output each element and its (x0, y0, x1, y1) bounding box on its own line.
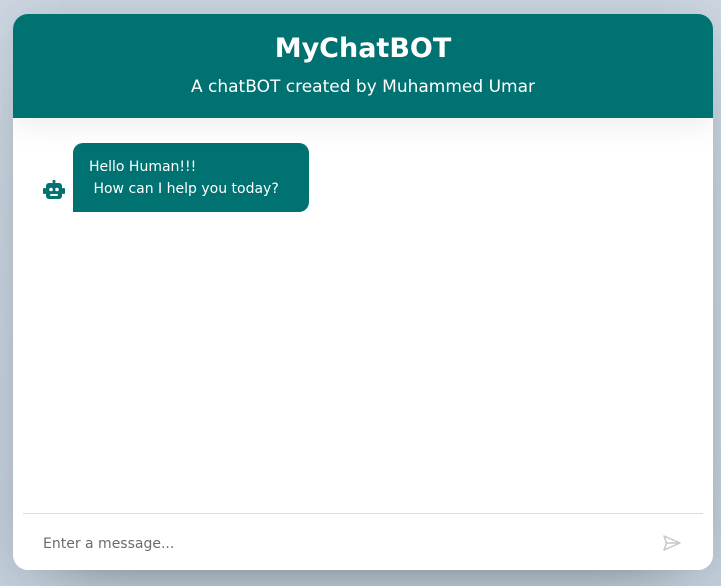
message-line-1: Hello Human!!! (89, 159, 197, 175)
message-input[interactable] (43, 528, 633, 560)
chat-header: MyChatBOT A chatBOT created by Muhammed … (13, 14, 713, 118)
incoming-message: Hello Human!!! How can I help you today? (42, 143, 309, 212)
chat-title: MyChatBOT (274, 33, 452, 64)
chatbot-window: MyChatBOT A chatBOT created by Muhammed … (13, 14, 713, 570)
chat-subtitle: A chatBOT created by Muhammed Umar (190, 77, 535, 97)
overflow-text-1: A (713, 522, 721, 543)
message-line-2: How can I help you today? (89, 181, 279, 197)
overflow-text-2: c (714, 546, 721, 561)
chat-input-area (23, 513, 703, 570)
send-icon[interactable] (663, 534, 681, 552)
chat-message-list: Hello Human!!! How can I help you today? (13, 118, 713, 513)
message-bubble: Hello Human!!! How can I help you today? (73, 143, 309, 212)
robot-icon (42, 178, 66, 202)
